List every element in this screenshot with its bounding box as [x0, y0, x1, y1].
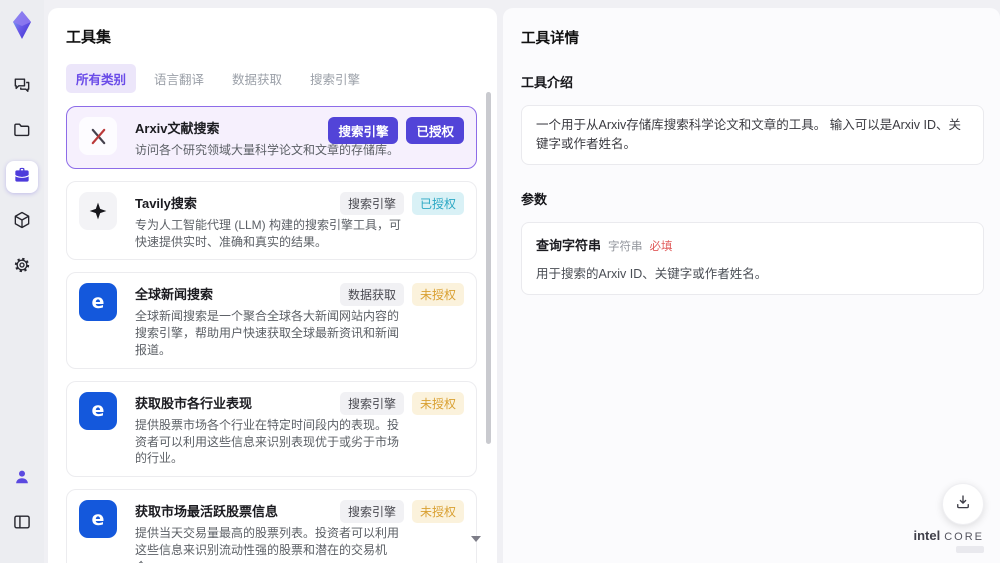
tool-detail-panel: 工具详情 工具介绍 一个用于从Arxiv存储库搜索科学论文和文章的工具。 输入可…: [503, 8, 1000, 563]
intro-heading: 工具介绍: [521, 75, 574, 90]
sidebar-item-chat[interactable]: [6, 71, 38, 103]
tool-list: Arxiv文献搜索 访问各个研究领域大量科学论文和文章的存储库。 搜索引擎 已授…: [66, 106, 477, 563]
tool-auth-badge: 已授权: [406, 117, 464, 144]
blue-e-app-icon: e: [79, 500, 117, 539]
download-icon: [954, 493, 972, 516]
params-heading: 参数: [521, 191, 548, 207]
blue-e-app-icon: e: [79, 391, 117, 430]
core-logo-text: CORE: [944, 530, 984, 543]
tool-auth-badge: 已授权: [411, 191, 464, 215]
parameter-description: 用于搜索的Arxiv ID、关键字或作者姓名。: [536, 266, 768, 281]
list-scrollbar-thumb[interactable]: [486, 92, 491, 444]
tool-description: 提供股票市场各个行业在特定时间段内的表现。投资者可以利用这些信息来识别表现优于或…: [135, 417, 400, 466]
tool-category-tag: 搜索引擎: [328, 117, 399, 144]
app-logo: [9, 10, 35, 45]
arxiv-logo-icon: [79, 117, 117, 155]
parameter-name: 查询字符串: [536, 237, 602, 253]
tool-description: 专为人工智能代理 (LLM) 构建的搜索引擎工具，可快速提供实时、准确和真实的结…: [135, 217, 402, 249]
sidebar-item-packages[interactable]: [6, 206, 38, 238]
tool-auth-badge: 未授权: [411, 500, 464, 524]
tool-card[interactable]: e 全球新闻搜索 全球新闻搜索是一个聚合全球各大新闻网站内容的搜索引擎，帮助用户…: [66, 272, 477, 369]
tool-category-tag: 搜索引擎: [339, 391, 404, 415]
sparkle-icon: [79, 191, 117, 230]
user-icon: [12, 467, 32, 492]
intel-logo-submark: [956, 546, 984, 553]
tool-card[interactable]: Arxiv文献搜索 访问各个研究领域大量科学论文和文章的存储库。 搜索引擎 已授…: [66, 106, 477, 169]
tool-category-tag: 搜索引擎: [339, 500, 404, 524]
page-title: 工具集: [66, 29, 112, 46]
tool-auth-badge: 未授权: [411, 283, 464, 307]
tool-card[interactable]: e 获取股市各行业表现 提供股票市场各个行业在特定时间段内的表现。投资者可以利用…: [66, 380, 477, 478]
folder-icon: [12, 120, 32, 145]
tool-description: 全球新闻搜索是一个聚合全球各大新闻网站内容的搜索引擎，帮助用户快速获取全球最新资…: [135, 309, 400, 357]
tool-auth-badge: 未授权: [411, 391, 464, 415]
sidebar-item-settings[interactable]: [6, 251, 38, 283]
tool-description: 访问各个研究领域大量科学论文和文章的存储库。: [135, 143, 400, 157]
tool-category-tag: 数据获取: [339, 283, 404, 307]
sidebar-toggle-icon: [12, 512, 32, 537]
tab-category[interactable]: 语言翻译: [144, 64, 214, 93]
left-rail: [0, 0, 44, 563]
cube-icon: [12, 210, 32, 235]
tool-description: 提供当天交易量最高的股票列表。投资者可以利用这些信息来识别流动性强的股票和潜在的…: [135, 526, 400, 563]
gear-icon: [12, 255, 32, 280]
tool-category-tag: 搜索引擎: [339, 191, 404, 215]
tab-category[interactable]: 搜索引擎: [300, 64, 370, 93]
tab-active[interactable]: 所有类别: [66, 64, 137, 93]
download-button[interactable]: [942, 483, 984, 525]
tool-intro-box: 一个用于从Arxiv存储库搜索科学论文和文章的工具。 输入可以是Arxiv ID…: [521, 105, 984, 165]
scroll-down-arrow-icon[interactable]: [471, 536, 481, 542]
sidebar-item-account[interactable]: [6, 463, 38, 495]
sidebar-item-panel-toggle[interactable]: [6, 508, 38, 540]
detail-panel-title: 工具详情: [521, 31, 579, 47]
tool-list-panel: 工具集 所有类别 语言翻译 数据获取 搜索引擎 Arxiv文献搜索 访问各个研究领域大…: [48, 8, 497, 563]
parameter-type: 字符串: [608, 240, 643, 253]
parameter-card: 查询字符串 字符串 必填 用于搜索的Arxiv ID、关键字或作者姓名。: [521, 221, 984, 295]
intel-logo-text: intel: [913, 527, 941, 543]
tool-card[interactable]: e 获取市场最活跃股票信息 提供当天交易量最高的股票列表。投资者可以利用这些信息…: [66, 489, 477, 563]
sidebar-item-toolbox[interactable]: [6, 161, 38, 193]
intel-core-logo: intel CORE: [913, 527, 984, 553]
parameter-required-flag: 必填: [649, 240, 673, 253]
briefcase-icon: [12, 165, 32, 190]
tab-category[interactable]: 数据获取: [222, 64, 292, 93]
sidebar-item-files[interactable]: [6, 116, 38, 148]
tool-card[interactable]: Tavily搜索 专为人工智能代理 (LLM) 构建的搜索引擎工具，可快速提供实…: [66, 180, 477, 261]
chat-icon: [12, 75, 32, 100]
blue-e-app-icon: e: [79, 283, 117, 322]
category-tabs: 所有类别 语言翻译 数据获取 搜索引擎: [66, 64, 477, 93]
